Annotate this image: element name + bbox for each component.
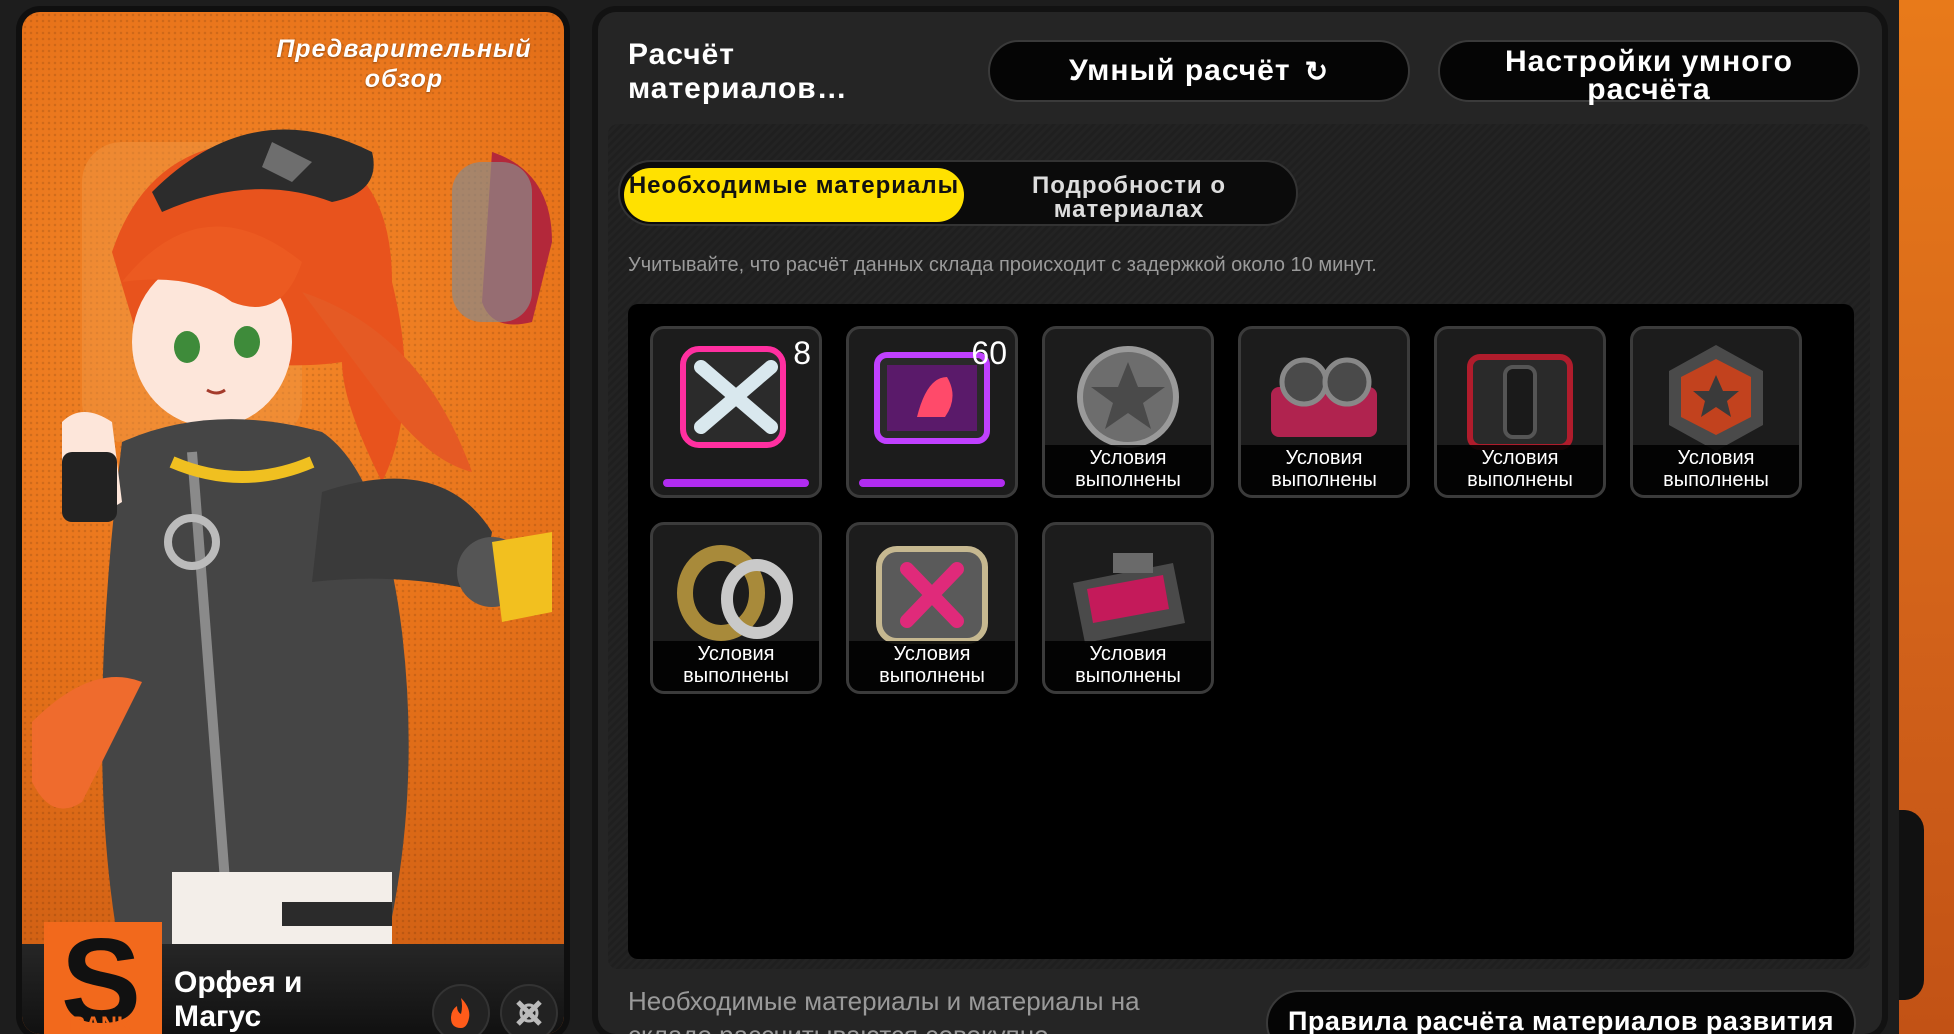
material-item[interactable]: Условия выполнены [1042, 326, 1214, 498]
rarity-bar [663, 479, 809, 487]
material-item[interactable]: Условия выполнены [650, 522, 822, 694]
status-label: Условия выполнены [1241, 445, 1407, 495]
attack-class-icon [500, 984, 558, 1034]
material-item[interactable]: 8 [650, 326, 822, 498]
status-label: Условия выполнены [849, 641, 1015, 691]
calculation-rules-button[interactable]: Правила расчёта материалов развития [1266, 990, 1856, 1034]
background-stripe [1899, 0, 1954, 1034]
pink-crossed-blades-chip-icon [680, 346, 786, 448]
delay-notice: Учитывайте, что расчёт данных склада про… [628, 254, 1377, 276]
svg-text:RANK: RANK [69, 1012, 133, 1034]
character-name: Орфея и Магус [174, 966, 303, 1033]
material-item[interactable]: Условия выполнены [846, 522, 1018, 694]
red-black-core-icon [1467, 354, 1573, 450]
character-card: Предварительный обзор S RANK Орфея и Маг… [22, 12, 564, 1034]
material-item[interactable]: Условия выполнены [1042, 522, 1214, 694]
smart-settings-label: Настройки умного расчёта [1505, 45, 1793, 106]
rarity-bar [859, 479, 1005, 487]
status-label: Условия выполнены [1045, 445, 1211, 495]
material-item[interactable]: Условия выполнены [1630, 326, 1802, 498]
material-count: 60 [971, 335, 1007, 371]
material-item[interactable]: 60 [846, 326, 1018, 498]
material-item[interactable]: Условия выполнены [1238, 326, 1410, 498]
gold-silver-ring-icon [677, 545, 793, 641]
tab-switcher: Необходимые материалы Подробности о мате… [618, 160, 1298, 226]
status-label: Условия выполнены [1045, 641, 1211, 691]
preview-label: Предварительный обзор [276, 35, 532, 93]
refresh-icon: ↻ [1304, 55, 1330, 87]
status-label: Условия выполнены [1437, 445, 1603, 495]
status-label: Условия выполнены [1633, 445, 1799, 495]
footer-note: Необходимые материалы и материалы на скл… [628, 986, 1140, 1034]
pink-data-cartridge-icon [1073, 553, 1185, 643]
smart-settings-button[interactable]: Настройки умного расчёта [1438, 40, 1860, 106]
pink-x-chip-icon [876, 546, 988, 644]
material-item[interactable]: Условия выполнены [1434, 326, 1606, 498]
tab-material-details[interactable]: Подробности о материалах [964, 168, 1294, 222]
smart-calc-button[interactable]: Умный расчёт ↻ [988, 40, 1410, 102]
panel-title: Расчёт материалов… [628, 38, 848, 105]
character-portrait [32, 129, 552, 972]
pink-twin-reel-drive-icon [1271, 357, 1377, 437]
smart-calc-label: Умный расчёт [1068, 54, 1291, 87]
edge-handle[interactable] [1899, 810, 1924, 1000]
fire-element-icon [432, 984, 490, 1034]
materials-grid: 8 60 Условия выполнены Условия выполнены… [628, 304, 1854, 959]
tab-required-materials[interactable]: Необходимые материалы [624, 168, 964, 222]
status-label: Условия выполнены [653, 641, 819, 691]
material-calculation-panel: Расчёт материалов… Умный расчёт ↻ Настро… [598, 12, 1882, 1034]
material-count: 8 [793, 335, 811, 371]
red-hexagon-emblem-icon [1669, 345, 1763, 451]
rank-badge-icon: S RANK [44, 922, 162, 1034]
silver-star-coin-icon [1077, 346, 1179, 448]
